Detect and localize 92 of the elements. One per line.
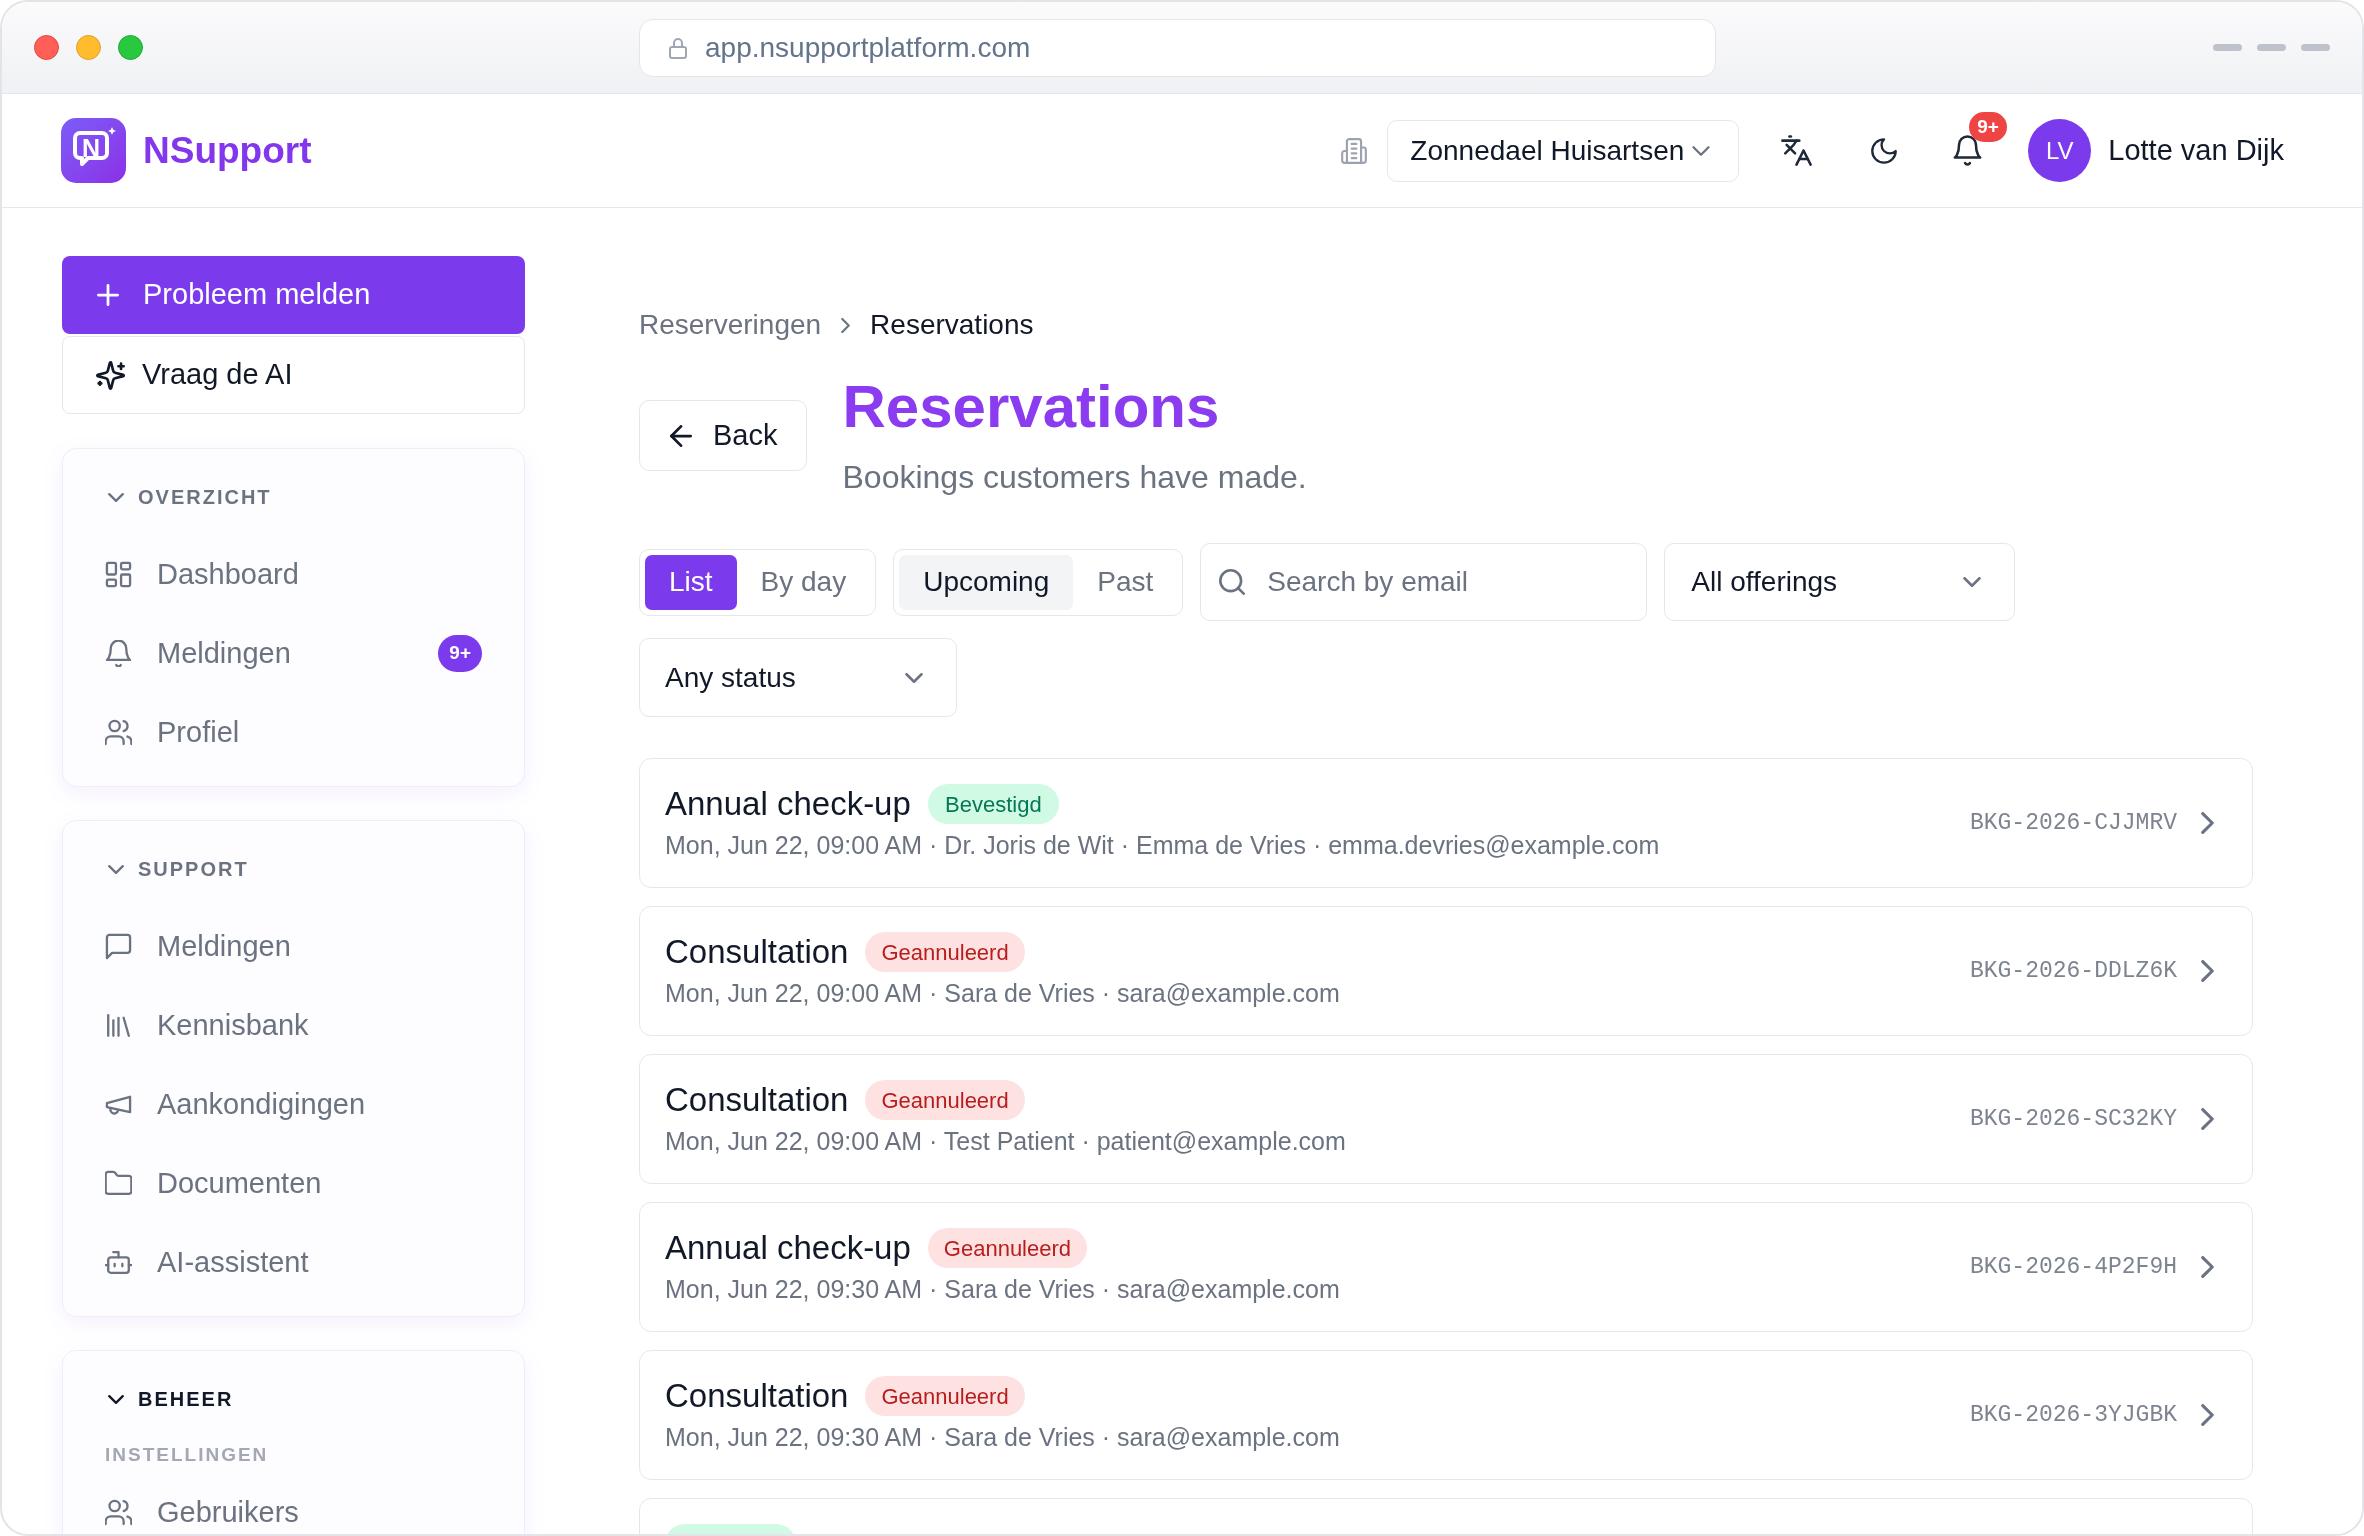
user-avatar[interactable]: LV — [2028, 119, 2092, 182]
dashboard-grid-icon — [105, 561, 132, 588]
reservation-title: Consultation — [665, 1080, 849, 1120]
add-button[interactable]: Probleem melden — [62, 256, 525, 334]
booking-code: BKG-2026-DDLZ6K — [1969, 956, 2177, 986]
ask-ai-button[interactable]: Vraag de AI — [62, 336, 525, 414]
organization-select[interactable]: Zonnedael Huisartsen — [1387, 119, 1740, 182]
nav-item[interactable]: AI-assistent — [105, 1223, 482, 1302]
toggle-tab[interactable]: By day — [736, 554, 871, 610]
toggle-tab[interactable]: Upcoming — [899, 554, 1074, 610]
status-badge: Geannuleerd — [865, 932, 1025, 972]
reservation-details: Mon, Jun 22, 09:30 AM · Sara de Vries · sara@example.com — [665, 1422, 1341, 1453]
reservation-details: Mon, Jun 22, 09:00 AM · Dr. Joris de Wit · Emma de Vries · emma.devries@example.com — [665, 830, 1661, 861]
booking-code: BKG-2026-4P2F9H — [1969, 1252, 2177, 1282]
nav-item[interactable]: Meldingen 9+ — [105, 614, 482, 693]
reservation-title: Consultation — [665, 1376, 849, 1416]
section-toggle[interactable]: BEHEER — [105, 1381, 234, 1417]
books-icon — [105, 1012, 132, 1039]
chat-bubble-icon — [105, 933, 132, 960]
reservation-title: Annual check-up — [665, 784, 911, 824]
search-field[interactable]: Search by email — [1200, 543, 1648, 621]
nav-item[interactable]: Gebruikers — [105, 1473, 482, 1534]
breadcrumb-current: Reservations — [870, 308, 1034, 342]
nav-item[interactable]: Profiel — [105, 693, 482, 772]
status-badge: Geannuleerd — [865, 1080, 1025, 1120]
reservation-card[interactable]: Annual check-up Bevestigd Mon, Jun 22, 09:00 AM · Dr. Joris de Wit · Emma de Vries · emma.devries@example.com BKG-2026-CJJMRV — [639, 758, 2253, 888]
nav-item[interactable]: Meldingen — [105, 907, 482, 986]
nav-item[interactable]: Aankondigingen — [105, 1065, 482, 1144]
toggle-tab[interactable]: Past — [1073, 554, 1178, 610]
lock-icon — [669, 36, 687, 59]
address-bar[interactable]: app.nsupportplatform.com — [639, 18, 1716, 77]
status-select[interactable]: Any status — [639, 638, 957, 717]
breadcrumb-link[interactable]: Reserveringen — [639, 304, 822, 346]
subsection-heading: INSTELLINGEN — [105, 1442, 270, 1467]
chevron-down-icon — [1963, 577, 1982, 587]
page-title: Reservations — [842, 372, 1221, 442]
plus-icon — [97, 284, 119, 306]
users-icon — [105, 719, 132, 746]
reservation-card[interactable]: Consultation Geannuleerd Mon, Jun 22, 09:00 AM · Sara de Vries · sara@example.com BKG-2026-DDLZ6K — [639, 906, 2253, 1036]
reservation-card[interactable]: Annual check-up Geannuleerd Mon, Jun 22, 09:30 AM · Sara de Vries · sara@example.com BKG-2026-4P2F9H — [639, 1202, 2253, 1332]
robot-icon — [105, 1249, 132, 1276]
maximize-window-icon[interactable] — [118, 35, 143, 60]
minimize-window-icon[interactable] — [76, 35, 101, 60]
chevron-down-icon — [108, 864, 124, 874]
section-toggle[interactable]: SUPPORT — [105, 851, 249, 887]
search-icon — [1219, 569, 1246, 595]
toggle-tab[interactable]: List — [645, 554, 737, 610]
section-toggle[interactable]: OVERZICHT — [105, 479, 272, 515]
chevron-down-icon — [905, 672, 923, 683]
app-logo[interactable]: N — [61, 118, 126, 183]
logo-letter: N — [81, 135, 101, 161]
nav-item[interactable]: Kennisbank — [105, 986, 482, 1065]
chevron-right-icon — [841, 317, 851, 333]
status-badge: Bevestigd — [927, 784, 1059, 824]
bell-icon[interactable] — [1953, 135, 1983, 166]
chevron-right-icon — [2201, 1404, 2214, 1426]
booking-code: BKG-2026-CJJMRV — [1969, 808, 2177, 838]
users-icon — [105, 1499, 132, 1526]
reservation-title: Annual check-up — [665, 1228, 911, 1268]
reservation-details: Mon, Jun 22, 09:30 AM · Sara de Vries · sara@example.com — [665, 1274, 1341, 1305]
reservation-card[interactable]: Consultation Geannuleerd Mon, Jun 22, 09:00 AM · Test Patient · patient@example.com BKG-2026-SC32KY — [639, 1054, 2253, 1184]
chevron-down-icon — [108, 1394, 124, 1404]
count-badge: 9+ — [438, 635, 482, 672]
offering-select[interactable]: All offerings — [1664, 543, 2016, 621]
status-badge: Geannuleerd — [865, 1376, 1025, 1416]
bell-icon — [105, 640, 132, 667]
chevron-down-icon — [108, 492, 124, 502]
booking-code: BKG-2026-SC32KY — [1969, 1104, 2177, 1134]
close-window-icon[interactable] — [34, 35, 59, 60]
sparkles-icon — [96, 360, 125, 390]
back-button[interactable]: Back — [639, 400, 808, 471]
translate-icon[interactable] — [1781, 135, 1813, 166]
reservation-card[interactable]: Consultation Geannuleerd Mon, Jun 22, 09:30 AM · Sara de Vries · sara@example.com BKG-2026-3YJGBK — [639, 1350, 2253, 1480]
brand-name: NSupport — [143, 128, 312, 173]
nav-item[interactable]: Documenten — [105, 1144, 482, 1223]
chevron-down-icon — [1692, 145, 1711, 156]
chevron-right-icon — [2201, 1108, 2214, 1130]
building-icon — [1340, 137, 1369, 164]
page-subtitle: Bookings customers have made. — [842, 458, 1307, 497]
chevron-right-icon — [2201, 812, 2214, 834]
chevron-right-icon — [2201, 960, 2214, 982]
reservation-details: Mon, Jun 22, 09:00 AM · Test Patient · patient@example.com — [665, 1126, 1347, 1157]
chevron-right-icon — [2201, 1256, 2214, 1278]
booking-code: BKG-2026-3YJGBK — [1969, 1400, 2177, 1430]
folder-icon — [105, 1170, 132, 1197]
moon-icon[interactable] — [1871, 137, 1898, 164]
user-name[interactable]: Lotte van Dijk — [2108, 128, 2284, 173]
nav-item[interactable]: Dashboard — [105, 535, 482, 614]
reservation-title: Consultation — [665, 932, 849, 972]
reservation-details: Mon, Jun 22, 09:00 AM · Sara de Vries · sara@example.com — [665, 978, 1341, 1009]
status-badge: Geannuleerd — [927, 1228, 1088, 1268]
notification-badge: 9+ — [1969, 112, 2007, 142]
